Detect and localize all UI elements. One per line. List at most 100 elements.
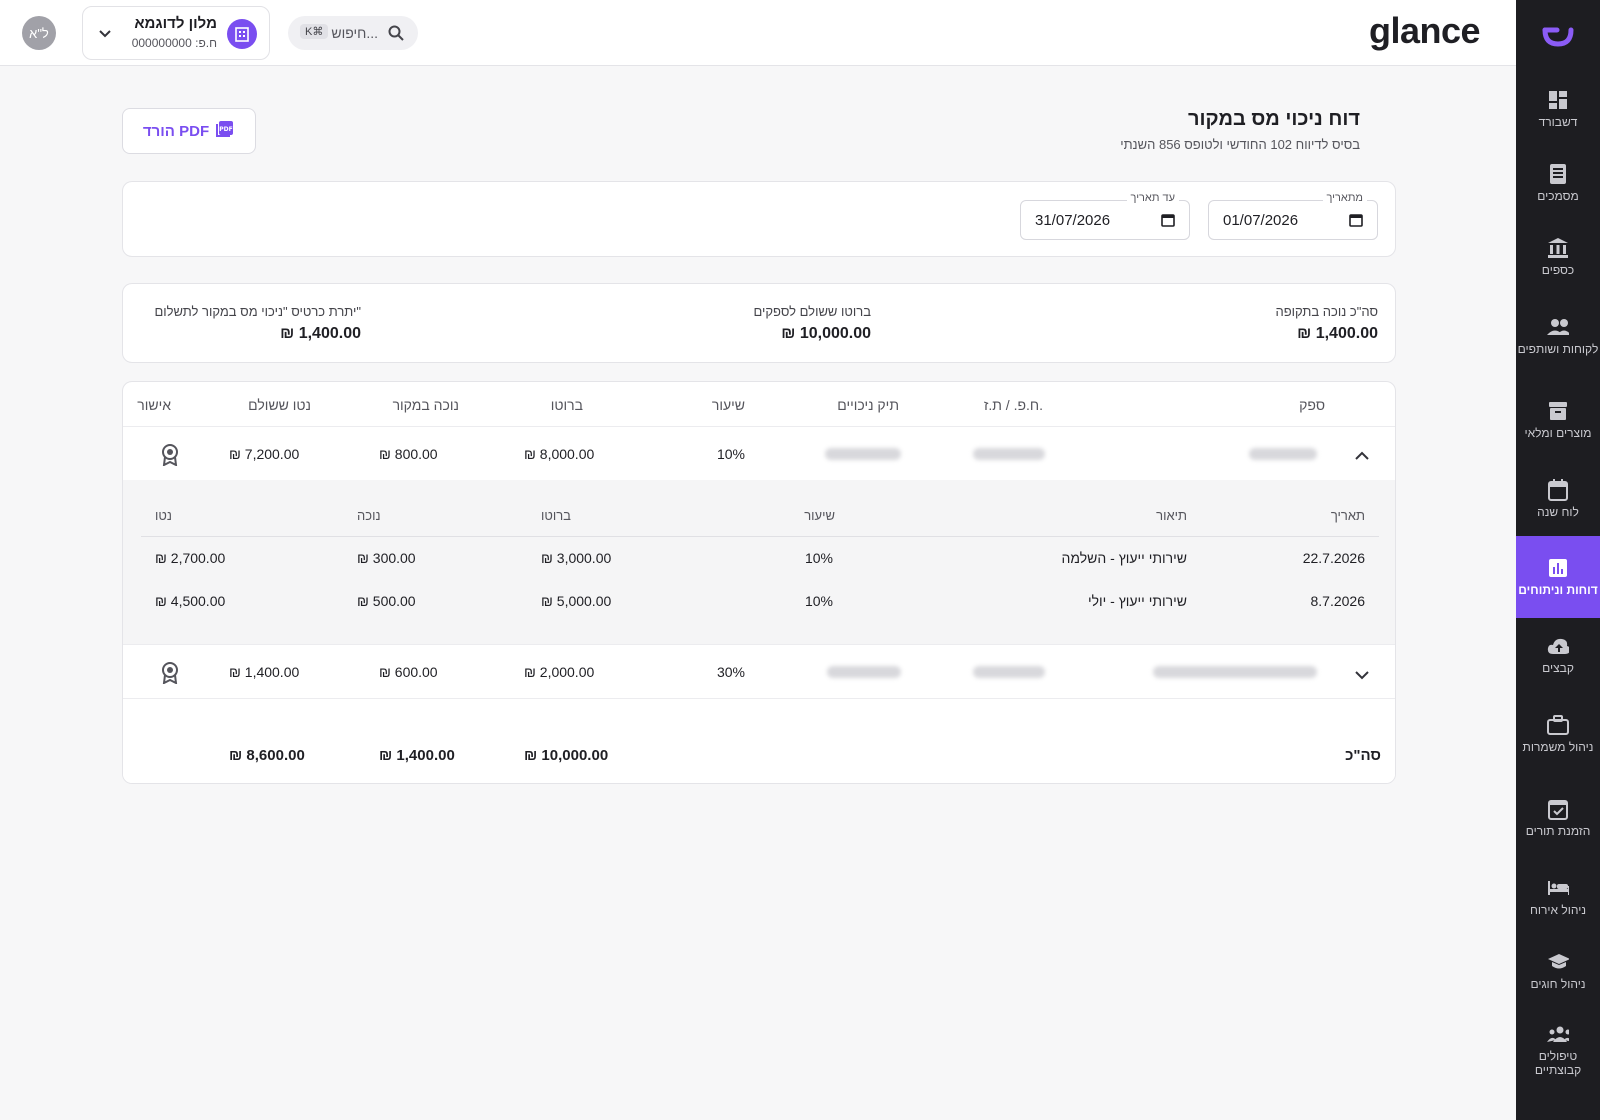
cloud-upload-icon bbox=[1547, 635, 1569, 657]
business-number: ח.פ: 000000000 bbox=[131, 36, 217, 50]
svg-text:PDF: PDF bbox=[219, 126, 232, 133]
archive-icon bbox=[1547, 400, 1569, 422]
row-details: תאריך תיאור שיעור ברוטו נוכה נטו 22.7.20… bbox=[123, 480, 1395, 644]
from-date-value: 01/07/2026 bbox=[1223, 212, 1299, 229]
sidebar-item-dashboard[interactable]: דשבורד bbox=[1516, 72, 1600, 146]
table-row[interactable]: 30% ₪ 2,000.00 ₪ 600.00 ₪ 1,400.00 bbox=[123, 644, 1395, 698]
search-icon bbox=[388, 25, 404, 46]
group-icon bbox=[1547, 1023, 1569, 1045]
sub-cell-gross: ₪ 3,000.00 bbox=[541, 550, 612, 566]
sidebar-item-label: הזמנת תורים bbox=[1525, 824, 1591, 838]
cell-deducted: ₪ 800.00 bbox=[379, 446, 438, 462]
cell-gross: ₪ 8,000.00 bbox=[524, 446, 595, 462]
sidebar-item-label: ניהול משמרות bbox=[1522, 740, 1594, 754]
business-switcher[interactable]: מלון לדוגמא ח.פ: 000000000 bbox=[82, 6, 270, 60]
cell-net-paid: ₪ 1,400.00 bbox=[229, 664, 300, 680]
sub-header-net: נטו bbox=[155, 508, 172, 523]
deduction-file-redacted bbox=[827, 666, 901, 678]
sidebar-item-hospitality[interactable]: ניהול אירוח bbox=[1516, 860, 1600, 934]
summary-value: ₪ 10,000.00 bbox=[781, 325, 871, 342]
sidebar-item-label: דשבורד bbox=[1538, 115, 1578, 129]
certificate-icon[interactable] bbox=[161, 662, 179, 689]
supplier-name-redacted bbox=[1153, 666, 1317, 678]
sub-cell-date: 8.7.2026 bbox=[1310, 593, 1366, 609]
sidebar-item-label: מסמכים bbox=[1537, 189, 1579, 203]
sidebar-item-files[interactable]: קבצים bbox=[1516, 618, 1600, 692]
chevron-up-icon[interactable] bbox=[1355, 447, 1369, 465]
sidebar-item-label: ניהול חוגים bbox=[1530, 977, 1586, 991]
summary-card: סה"כ נוכה בתקופה ₪ 1,400.00 ברוטו ששולם … bbox=[122, 283, 1396, 363]
chevron-down-icon bbox=[99, 25, 111, 43]
calendar-check-icon bbox=[1547, 798, 1569, 820]
column-header-deducted[interactable]: נוכה במקור bbox=[393, 397, 459, 413]
sidebar-item-label: לקוחות ושותפים bbox=[1517, 342, 1599, 356]
search-input[interactable]: K⌘ חיפוש... bbox=[288, 16, 418, 50]
column-header-rate[interactable]: שיעור bbox=[712, 397, 745, 413]
building-icon bbox=[227, 19, 257, 49]
sidebar: דשבורד מסמכים כספים לקוחות ושותפים מוצרי… bbox=[1516, 0, 1600, 1120]
sub-cell-description: שירותי ייעוץ - יולי bbox=[1087, 593, 1187, 609]
download-pdf-button[interactable]: הורד PDF PDF bbox=[122, 108, 256, 154]
search-shortcut: K⌘ bbox=[300, 24, 329, 39]
column-header-company-id[interactable]: ח.פ. / ת.ז. bbox=[984, 397, 1043, 413]
sidebar-item-label: לוח שנה bbox=[1537, 505, 1579, 519]
calendar-icon[interactable] bbox=[1349, 213, 1363, 232]
chevron-down-icon[interactable] bbox=[1355, 667, 1369, 685]
to-date-value: 31/07/2026 bbox=[1035, 212, 1111, 229]
to-date-field[interactable]: עד תאריך 31/07/2026 bbox=[1020, 192, 1190, 240]
sidebar-item-group-treatments[interactable]: טיפולים קבוצתיים bbox=[1516, 1008, 1600, 1092]
sub-cell-rate: 10% bbox=[804, 550, 833, 566]
table-row[interactable]: 10% ₪ 8,000.00 ₪ 800.00 ₪ 7,200.00 bbox=[123, 426, 1395, 480]
page-title: דוח ניכוי מס במקור bbox=[1188, 108, 1360, 130]
column-header-gross[interactable]: ברוטו bbox=[551, 397, 583, 413]
page-subtitle: בסיס לדיווח 102 החודשי ולטופס 856 השנתי bbox=[1120, 137, 1360, 152]
sub-cell-deducted: ₪ 500.00 bbox=[357, 593, 416, 609]
summary-label: יתרת כרטיס "ניכוי מס במקור לתשלום" bbox=[154, 304, 361, 319]
sidebar-item-calendar[interactable]: לוח שנה bbox=[1516, 462, 1600, 536]
sidebar-item-reports[interactable]: דוחות וניתוחים bbox=[1516, 536, 1600, 618]
bed-icon bbox=[1547, 877, 1569, 899]
certificate-icon[interactable] bbox=[161, 444, 179, 471]
calendar-icon[interactable] bbox=[1161, 213, 1175, 232]
summary-total-deducted: סה"כ נוכה בתקופה ₪ 1,400.00 bbox=[1275, 304, 1378, 343]
sidebar-item-classes[interactable]: ניהול חוגים bbox=[1516, 934, 1600, 1008]
receipt-icon bbox=[1547, 163, 1569, 185]
totals-net-paid: ₪ 8,600.00 bbox=[229, 747, 305, 764]
sub-cell-description: שירותי ייעוץ - השלמה bbox=[1061, 550, 1187, 566]
avatar[interactable]: ל"א bbox=[22, 16, 56, 50]
from-date-field[interactable]: מתאריך 01/07/2026 bbox=[1208, 192, 1378, 240]
sub-cell-deducted: ₪ 300.00 bbox=[357, 550, 416, 566]
sub-header-gross: ברוטו bbox=[541, 508, 571, 523]
summary-label: ברוטו ששולם לספקים bbox=[753, 304, 871, 319]
summary-balance: יתרת כרטיס "ניכוי מס במקור לתשלום" ₪ 1,4… bbox=[154, 304, 361, 343]
sub-cell-date: 22.7.2026 bbox=[1302, 550, 1365, 566]
sidebar-item-appointments[interactable]: הזמנת תורים bbox=[1516, 776, 1600, 860]
summary-value: ₪ 1,400.00 bbox=[1297, 325, 1378, 342]
calendar-icon bbox=[1547, 479, 1569, 501]
app-logo-icon[interactable] bbox=[1516, 0, 1600, 72]
sidebar-item-products[interactable]: מוצרים ומלאי bbox=[1516, 378, 1600, 462]
column-header-supplier[interactable]: ספק bbox=[1299, 397, 1325, 413]
chart-icon bbox=[1547, 557, 1569, 579]
sidebar-item-shifts[interactable]: ניהול משמרות bbox=[1516, 692, 1600, 776]
sidebar-item-documents[interactable]: מסמכים bbox=[1516, 146, 1600, 220]
bank-icon bbox=[1547, 237, 1569, 259]
dashboard-icon bbox=[1547, 89, 1569, 111]
sidebar-item-customers[interactable]: לקוחות ושותפים bbox=[1516, 294, 1600, 378]
totals-deducted: ₪ 1,400.00 bbox=[379, 747, 455, 764]
sidebar-item-label: קבצים bbox=[1542, 661, 1574, 675]
download-pdf-label: הורד PDF bbox=[142, 122, 210, 140]
cell-net-paid: ₪ 7,200.00 bbox=[229, 446, 300, 462]
column-header-net-paid[interactable]: נטו ששולם bbox=[248, 397, 311, 413]
to-date-label: עד תאריך bbox=[1126, 192, 1179, 204]
brand-logo[interactable]: glance bbox=[1369, 10, 1481, 52]
sidebar-item-label: מוצרים ומלאי bbox=[1524, 426, 1592, 440]
sidebar-item-label: דוחות וניתוחים bbox=[1518, 583, 1598, 597]
company-id-redacted bbox=[973, 448, 1045, 460]
deduction-file-redacted bbox=[825, 448, 901, 460]
column-header-deduction-file[interactable]: תיק ניכויים bbox=[837, 397, 899, 413]
column-header-approval[interactable]: אישור bbox=[137, 397, 171, 413]
sub-cell-net: ₪ 4,500.00 bbox=[155, 593, 226, 609]
sidebar-item-finance[interactable]: כספים bbox=[1516, 220, 1600, 294]
cell-gross: ₪ 2,000.00 bbox=[524, 664, 595, 680]
